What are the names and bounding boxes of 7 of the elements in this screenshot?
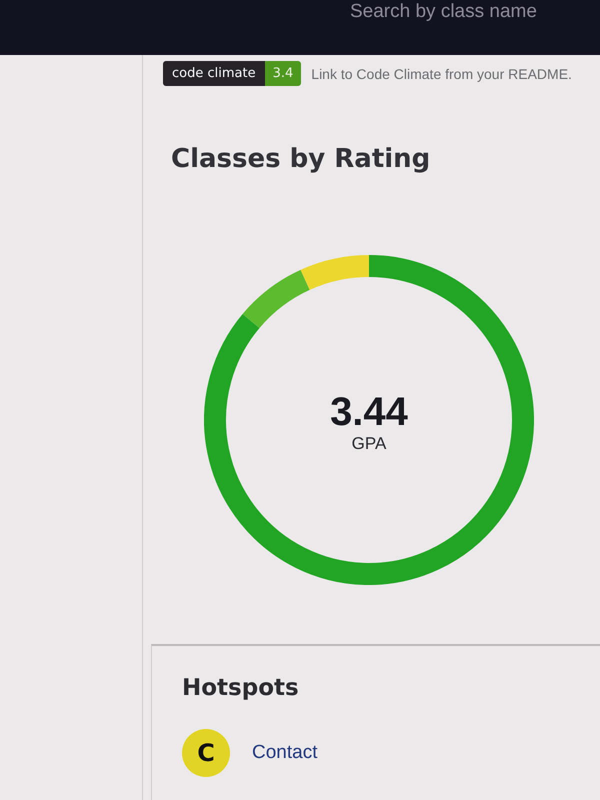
card-heading: Hotspots bbox=[182, 674, 300, 702]
gpa-value: 3.44 bbox=[330, 390, 408, 434]
gpa-label: GPA bbox=[352, 434, 386, 454]
grade-badge: C bbox=[182, 729, 230, 777]
section-heading: Classes by Rating bbox=[171, 144, 432, 175]
readme-link[interactable]: Link to Code Climate from your README. bbox=[311, 66, 572, 82]
class-link[interactable]: Contact bbox=[252, 742, 318, 764]
